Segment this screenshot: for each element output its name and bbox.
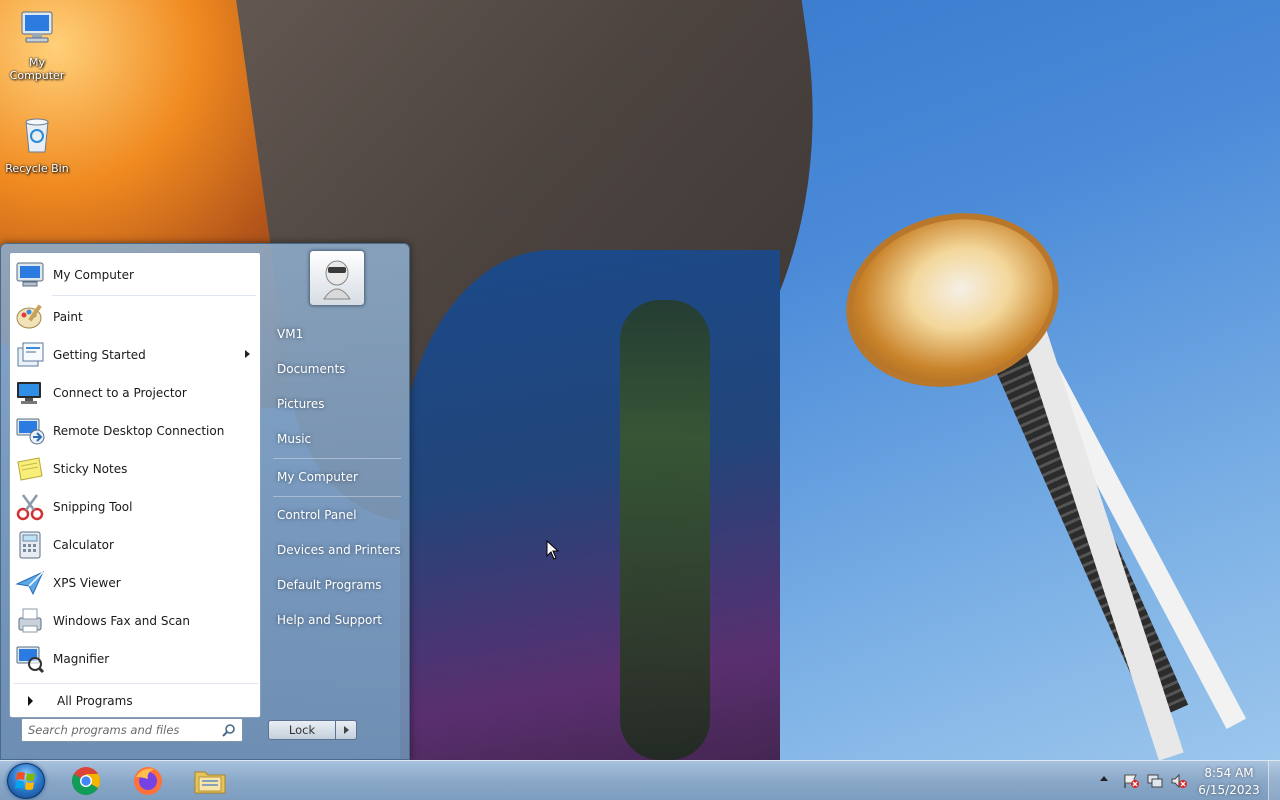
right-item-label: VM1 (277, 327, 304, 341)
desktop-icon-recycle-bin[interactable]: Recycle Bin (2, 114, 72, 175)
desktop-icon-label: Recycle Bin (5, 162, 69, 175)
program-label: Snipping Tool (53, 500, 133, 514)
windows-logo-icon (15, 772, 35, 790)
getting-started-icon (14, 339, 46, 371)
program-item-getting-started[interactable]: Getting Started (14, 337, 258, 373)
show-desktop-button[interactable] (1268, 761, 1280, 800)
right-item-label: My Computer (277, 470, 358, 484)
clock-date[interactable]: 6/15/2023 (1196, 783, 1262, 797)
start-button[interactable] (7, 763, 45, 799)
search-input[interactable] (28, 723, 218, 737)
show-hidden-icons-button[interactable] (1100, 776, 1108, 781)
right-item-devices-printers[interactable]: Devices and Printers (269, 536, 405, 564)
paint-icon (14, 301, 46, 333)
mouse-cursor-icon (546, 540, 560, 560)
taskbar: 8:54 AM 6/15/2023 (0, 760, 1280, 800)
sticky-notes-icon (14, 453, 46, 485)
tower-leg (1010, 295, 1184, 760)
program-item-calculator[interactable]: Calculator (14, 527, 258, 563)
program-item-xps-viewer[interactable]: XPS Viewer (14, 565, 258, 601)
divider (273, 496, 401, 497)
program-label: My Computer (53, 268, 134, 282)
firefox-icon (134, 767, 162, 795)
network-icon[interactable] (1146, 773, 1164, 789)
right-item-music[interactable]: Music (269, 425, 405, 453)
right-item-pictures[interactable]: Pictures (269, 390, 405, 418)
submenu-arrow-icon (245, 350, 250, 358)
program-item-sticky-notes[interactable]: Sticky Notes (14, 451, 258, 487)
program-label: Windows Fax and Scan (53, 614, 191, 628)
program-item-my-computer[interactable]: My Computer (14, 257, 258, 293)
action-center-flag-icon[interactable] (1122, 773, 1140, 789)
wallpaper-wall (400, 250, 780, 760)
chrome-icon (72, 767, 100, 795)
magnifier-icon (14, 643, 46, 675)
lock-button[interactable]: Lock (268, 720, 336, 740)
program-item-snipping-tool[interactable]: Snipping Tool (14, 489, 258, 525)
search-box[interactable] (21, 718, 243, 742)
right-item-default-programs[interactable]: Default Programs (269, 571, 405, 599)
taskbar-chrome[interactable] (66, 764, 106, 798)
right-item-documents[interactable]: Documents (269, 355, 405, 383)
xps-viewer-icon (14, 567, 46, 599)
right-item-label: Control Panel (277, 508, 357, 522)
taskbar-file-explorer[interactable] (190, 764, 230, 798)
computer-icon (21, 11, 53, 43)
program-label: Getting Started (53, 348, 146, 362)
projector-icon (14, 377, 46, 409)
desktop-icon-my-computer[interactable]: My Computer (2, 8, 72, 82)
clock-time[interactable]: 8:54 AM (1196, 766, 1262, 780)
program-label: Remote Desktop Connection (53, 424, 225, 438)
remote-desktop-icon (14, 415, 46, 447)
file-explorer-icon (194, 771, 226, 794)
program-label: Connect to a Projector (53, 386, 187, 400)
program-label: XPS Viewer (53, 576, 121, 590)
wallpaper-reflection (620, 300, 710, 760)
right-item-label: Documents (277, 362, 346, 376)
divider (52, 295, 256, 296)
shutdown-options-button[interactable] (335, 720, 357, 740)
desktop-icon-label: My Computer (9, 56, 65, 82)
program-item-fax-scan[interactable]: Windows Fax and Scan (14, 603, 258, 639)
right-item-label: Default Programs (277, 578, 382, 592)
start-menu: My Computer Paint Getting Started Connec… (0, 243, 410, 760)
program-item-magnifier[interactable]: Magnifier (14, 641, 258, 677)
program-label: Calculator (53, 538, 114, 552)
divider (14, 683, 258, 684)
right-item-label: Devices and Printers (277, 543, 401, 557)
program-label: Sticky Notes (53, 462, 128, 476)
right-item-label: Music (277, 432, 312, 446)
calculator-icon (14, 529, 46, 561)
right-item-user-folder[interactable]: VM1 (269, 320, 405, 348)
right-item-help-support[interactable]: Help and Support (269, 606, 405, 634)
divider (273, 458, 401, 459)
recycle-bin-icon (25, 118, 49, 153)
all-programs-button[interactable]: All Programs (18, 689, 258, 713)
avatar-icon (323, 260, 351, 300)
program-label: Paint (53, 310, 83, 324)
all-programs-label: All Programs (57, 694, 133, 708)
user-avatar[interactable] (309, 250, 365, 306)
taskbar-firefox[interactable] (128, 764, 168, 798)
program-item-remote-desktop[interactable]: Remote Desktop Connection (14, 413, 258, 449)
start-menu-programs-pane: My Computer Paint Getting Started Connec… (9, 252, 261, 718)
fax-scan-icon (14, 605, 46, 637)
search-icon[interactable] (222, 723, 236, 737)
volume-muted-icon[interactable] (1170, 773, 1188, 789)
snipping-tool-icon (14, 491, 46, 523)
right-item-my-computer[interactable]: My Computer (269, 463, 405, 491)
program-item-connect-projector[interactable]: Connect to a Projector (14, 375, 258, 411)
right-item-label: Pictures (277, 397, 325, 411)
right-item-label: Help and Support (277, 613, 382, 627)
chevron-right-icon (28, 696, 33, 706)
right-item-control-panel[interactable]: Control Panel (269, 501, 405, 529)
computer-icon (14, 259, 46, 291)
program-label: Magnifier (53, 652, 110, 666)
program-item-paint[interactable]: Paint (14, 299, 258, 335)
